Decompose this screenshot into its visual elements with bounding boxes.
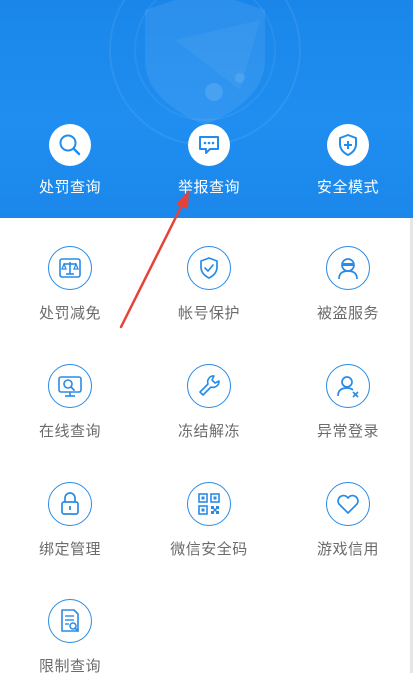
service-label: 绑定管理	[38, 540, 101, 558]
wrench-icon	[187, 364, 231, 408]
service-binding-management[interactable]: 绑定管理	[5, 482, 135, 572]
heart-icon	[326, 482, 370, 526]
service-account-protection[interactable]: 帐号保护	[144, 246, 274, 336]
search-icon	[49, 124, 91, 166]
top-menu-label: 安全模式	[316, 178, 379, 196]
monitor-search-icon	[48, 364, 92, 408]
service-label: 在线查询	[38, 422, 101, 440]
service-label: 被盗服务	[316, 304, 379, 322]
shield-plus-icon	[327, 124, 369, 166]
document-search-icon	[48, 599, 92, 643]
service-game-credit[interactable]: 游戏信用	[283, 482, 413, 572]
service-label: 限制查询	[38, 657, 101, 673]
chat-bubble-icon	[188, 124, 230, 166]
shield-check-icon	[187, 246, 231, 290]
thief-icon	[326, 246, 370, 290]
header-banner: 处罚查询 举报查询 安全模式	[0, 0, 413, 218]
qr-code-icon	[187, 482, 231, 526]
top-menu-safe-mode[interactable]: 安全模式	[288, 124, 408, 204]
service-wechat-security-code[interactable]: 微信安全码	[144, 482, 274, 572]
top-menu-report-query[interactable]: 举报查询	[149, 124, 269, 204]
service-label: 处罚减免	[38, 304, 101, 322]
service-label: 微信安全码	[170, 540, 248, 558]
service-abnormal-login[interactable]: 异常登录	[283, 364, 413, 454]
scales-icon	[48, 246, 92, 290]
service-freeze-unfreeze[interactable]: 冻结解冻	[144, 364, 274, 454]
service-label: 帐号保护	[177, 304, 240, 322]
lock-icon	[48, 482, 92, 526]
top-menu-penalty-query[interactable]: 处罚查询	[10, 124, 130, 204]
user-warning-icon	[326, 364, 370, 408]
service-online-query[interactable]: 在线查询	[5, 364, 135, 454]
service-theft-service[interactable]: 被盗服务	[283, 246, 413, 336]
top-menu-label: 处罚查询	[38, 178, 101, 196]
service-label: 异常登录	[316, 422, 379, 440]
service-label: 游戏信用	[316, 540, 379, 558]
top-menu-label: 举报查询	[177, 178, 240, 196]
service-penalty-reduction[interactable]: 处罚减免	[5, 246, 135, 336]
service-restriction-query[interactable]: 限制查询	[5, 599, 135, 673]
service-label: 冻结解冻	[177, 422, 240, 440]
